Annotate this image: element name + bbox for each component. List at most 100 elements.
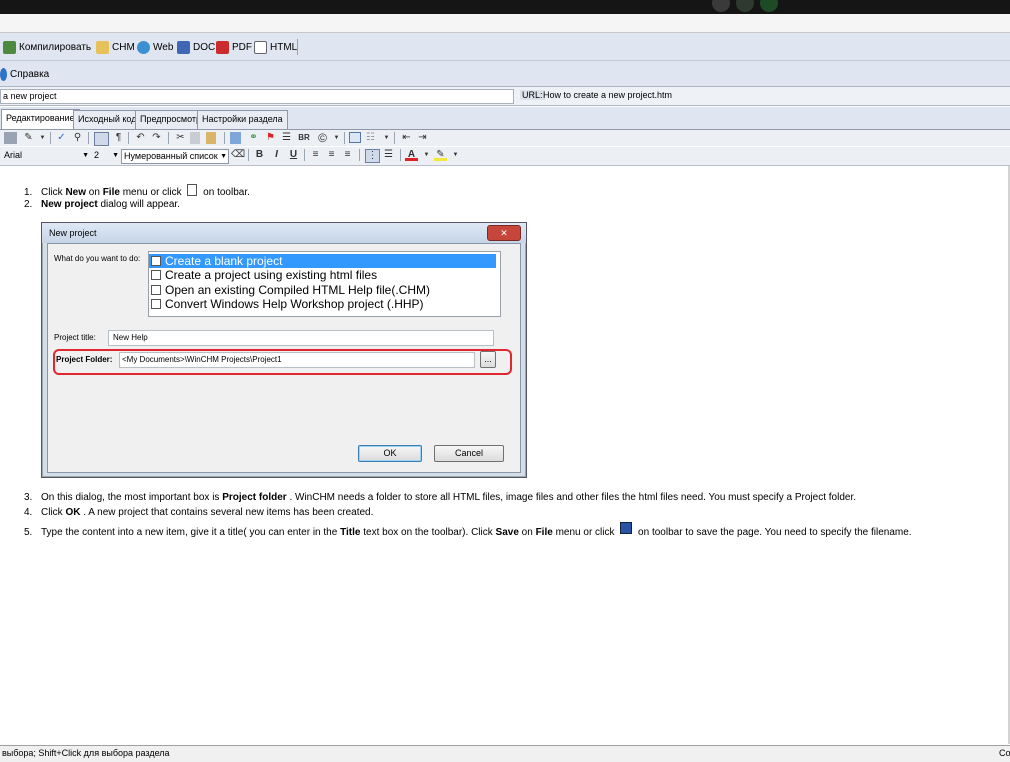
cancel-button: Cancel [434,445,504,462]
save-icon [620,522,633,534]
font-size-select[interactable]: 2 ▼ [92,149,120,162]
bold-button[interactable]: B [253,149,266,161]
url-value: How to create a new project.htm [543,90,673,100]
tab-preview[interactable]: Предпросмотр [135,110,207,129]
underline-button[interactable]: U [287,149,300,161]
dialog-prompt: What do you want to do: [54,254,141,263]
toolbar-divider [297,39,298,55]
cut-icon[interactable]: ✂ [174,132,187,144]
link-icon[interactable]: ⚭ [247,132,260,144]
font-color-icon[interactable]: A [405,149,418,161]
pdf-icon [216,40,229,54]
checkbox-icon [151,299,161,309]
toolbar-divider [304,149,305,161]
list-item: 3. On this dialog, the most important box… [24,492,857,503]
chevron-down-icon[interactable]: ▼ [420,149,433,161]
chevron-down-icon[interactable]: ▼ [449,149,462,161]
browse-button: ... [480,351,496,368]
save-icon[interactable] [4,132,17,144]
copy-icon[interactable] [190,132,200,144]
option-open-chm: Open an existing Compiled HTML Help file… [149,283,496,297]
option-existing-html: Create a project using existing html fil… [149,268,496,282]
list-item: 2. New project dialog will appear. [24,199,180,210]
indent-icon[interactable]: ⇥ [416,132,429,144]
project-title-field: New Help [108,330,494,346]
grid-icon[interactable] [94,132,109,146]
chm-icon [96,40,109,54]
bookmark-icon[interactable]: ⚑ [264,132,277,144]
project-folder-label: Project Folder: [56,355,113,364]
toolbar-divider [359,149,360,161]
close-icon: ✕ [487,225,521,241]
toolbar-divider [394,132,395,144]
html-icon [254,40,267,54]
title-url-row: a new project URL: How to create a new p… [0,87,1010,106]
font-select[interactable]: Arial ▼ [2,149,90,162]
align-right-icon[interactable]: ≡ [341,149,354,161]
italic-button[interactable]: I [270,149,283,161]
help-icon [0,67,7,81]
toolbar-divider [224,132,225,144]
project-folder-field: <My Documents>\WinCHM Projects\Project1 [119,352,475,368]
topic-title-input[interactable]: a new project [0,89,514,104]
tab-editing[interactable]: Редактирование [1,109,80,129]
new-page-icon [187,184,198,196]
doc-button[interactable]: DOC [177,40,215,54]
list-item: 1. Click New on File menu or click on too… [24,184,250,198]
list-item: 4. Click OK . A new project that contains… [24,507,374,518]
list-style-select[interactable]: Нумерованный список ▼ [121,149,229,164]
undo-icon[interactable]: ↶ [134,132,147,144]
compile-button[interactable]: Компилировать ▼ [3,40,109,54]
image-icon[interactable] [230,132,241,144]
highlight-color-icon[interactable]: ✎ [434,149,447,161]
web-button[interactable]: Web [137,40,173,54]
numbered-list-icon[interactable]: ⋮ [365,149,380,163]
chevron-down-icon: ▼ [220,153,227,160]
redo-icon[interactable]: ↷ [150,132,163,144]
option-blank-project: ☑ Create a blank project [149,254,496,268]
edit-icon[interactable]: ✎ [22,132,35,144]
br-button[interactable]: BR [296,132,312,144]
toolbar-divider [400,149,401,161]
align-left-icon[interactable]: ≡ [309,149,322,161]
table-icon[interactable] [349,132,361,143]
pdf-button[interactable]: PDF [216,40,252,54]
chevron-down-icon[interactable]: ▼ [380,132,393,144]
doc-icon [177,40,190,54]
checkbox-icon [151,285,161,295]
copyright-button[interactable]: © [316,132,329,144]
taskbar-orb-icon [712,0,730,12]
html-button[interactable]: HTML [254,40,297,54]
clear-format-icon[interactable]: ⌫ [231,149,245,161]
spellcheck-icon[interactable]: ✓ [55,132,68,144]
project-type-list: ☑ Create a blank project Create a project… [148,251,501,317]
outdent-icon[interactable]: ⇤ [400,132,413,144]
pilcrow-icon[interactable]: ¶ [112,132,125,144]
insert-row-icon[interactable]: ☷ [364,132,377,144]
new-project-dialog-image: New project ✕ What do you want to do: ☑ C… [41,222,527,478]
bullet-list-icon[interactable]: ☰ [382,149,395,161]
toolbar-divider [50,132,51,144]
chm-button[interactable]: CHM [96,40,135,54]
chevron-down-icon: ▼ [82,152,89,159]
find-icon[interactable]: ⚲ [71,132,84,144]
help-button[interactable]: Справка [0,67,49,81]
status-bar: выбора; Shift+Click для выбора раздела C… [0,745,1010,762]
toolbar-divider [88,132,89,144]
align-center-icon[interactable]: ≡ [325,149,338,161]
compile-icon [3,40,16,54]
taskbar-strip [0,0,1010,14]
format-toolbar-1: ✎ ▼ ✓ ⚲ ¶ ↶ ↷ ✂ ⚭ ⚑ ☰ BR © ▼ ☷ ▼ ⇤ ⇥ [0,130,1010,146]
status-text: выбора; Shift+Click для выбора раздела [2,748,170,758]
tab-section-settings[interactable]: Настройки раздела [197,110,288,129]
taskbar-orb-icon [736,0,754,12]
tab-source[interactable]: Исходный код [73,110,142,129]
paste-icon[interactable] [206,132,216,144]
checkbox-icon [151,270,161,280]
editor-tabs: Редактирование Исходный код Предпросмотр… [0,107,1010,130]
toolbar-divider [128,132,129,144]
chevron-down-icon[interactable]: ▼ [36,132,49,144]
chevron-down-icon[interactable]: ▼ [330,132,343,144]
help-toolbar: Справка [0,61,1010,87]
hr-icon[interactable]: ☰ [280,132,293,144]
